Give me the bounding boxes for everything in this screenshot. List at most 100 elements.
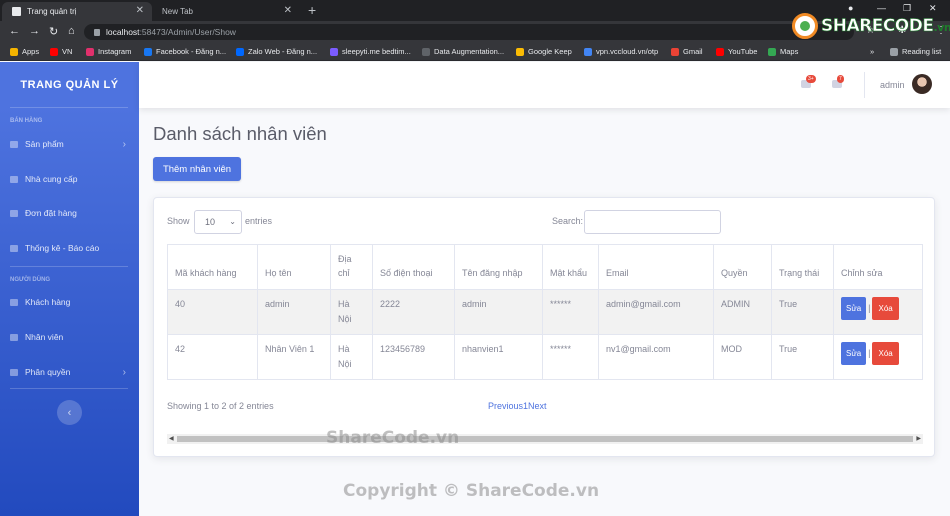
chart-icon <box>10 333 18 341</box>
column-header-phone[interactable]: Số điện thoại <box>372 244 455 290</box>
reload-icon[interactable]: ↻ <box>49 25 58 38</box>
cell-phone: 2222 <box>372 289 455 335</box>
apps-icon <box>10 47 18 56</box>
chevron-right-icon: › <box>122 366 126 378</box>
topbar: 3+ 7 admin <box>139 62 950 108</box>
maps-icon <box>768 47 776 56</box>
cell-id: 42 <box>167 334 258 380</box>
next-link[interactable]: Next <box>528 401 547 411</box>
bookmark-youtube[interactable]: YouTube <box>716 47 757 56</box>
url-host: localhost <box>106 27 140 37</box>
youtube-icon <box>716 47 724 56</box>
home-icon[interactable]: ⌂ <box>68 25 75 37</box>
tab-admin[interactable]: Trang quản trị ✕ <box>2 2 152 21</box>
chart-icon <box>10 209 18 217</box>
sidebar-toggle-button[interactable]: ‹ <box>57 400 82 425</box>
page-icon <box>422 47 430 56</box>
sidebar-item-orders[interactable]: Đơn đặt hàng <box>10 205 128 221</box>
cell-address: Hà Nội <box>330 334 373 380</box>
new-tab-icon[interactable]: + <box>308 2 316 18</box>
column-header-status[interactable]: Trạng thái <box>771 244 834 290</box>
column-header-address[interactable]: Địa chỉ <box>330 244 373 290</box>
bookmark-apps[interactable]: Apps <box>10 47 39 56</box>
search-input[interactable] <box>584 210 721 234</box>
chart-icon <box>10 298 18 306</box>
user-name[interactable]: admin <box>880 80 905 90</box>
cell-password: ****** <box>542 289 599 335</box>
cell-actions: Sửa | Xóa <box>833 289 923 335</box>
bookmark-reading-list[interactable]: Reading list <box>890 47 941 56</box>
bookmark-google-keep[interactable]: Google Keep <box>516 47 572 56</box>
page-size-select[interactable]: 10 ⌄ <box>194 210 242 234</box>
chart-icon <box>10 175 18 183</box>
tab-title: New Tab <box>162 7 193 16</box>
tab-new[interactable]: New Tab ✕ <box>152 2 300 21</box>
close-icon[interactable]: ✕ <box>136 5 144 16</box>
sidebar-item-products[interactable]: Sản phẩm › <box>10 136 128 152</box>
sidebar-item-label: Nhà cung cấp <box>25 174 78 184</box>
column-header-email[interactable]: Email <box>598 244 714 290</box>
avatar[interactable] <box>912 74 932 94</box>
cell-address: Hà Nội <box>330 289 373 335</box>
sidebar-item-suppliers[interactable]: Nhà cung cấp <box>10 171 128 187</box>
logo-icon <box>792 13 818 39</box>
sidebar-item-label: Đơn đặt hàng <box>25 208 77 218</box>
edit-button[interactable]: Sửa <box>841 297 867 320</box>
bookmark-data-augmentation[interactable]: Data Augmentation... <box>422 47 504 56</box>
close-icon[interactable]: ✕ <box>284 5 292 16</box>
scroll-left-icon[interactable]: ◀ <box>169 435 174 442</box>
envelope-icon[interactable]: 7 <box>832 75 844 88</box>
cell-status: True <box>771 289 834 335</box>
back-icon[interactable]: ← <box>9 25 20 37</box>
column-header-role[interactable]: Quyền <box>713 244 772 290</box>
scrollbar-thumb[interactable] <box>177 436 913 442</box>
column-header-name[interactable]: Họ tên <box>257 244 331 290</box>
gmail-icon <box>671 47 679 56</box>
sidebar-item-label: Phân quyền <box>25 367 71 377</box>
sidebar-item-employees[interactable]: Nhân viên <box>10 329 128 345</box>
delete-button[interactable]: Xóa <box>872 342 899 365</box>
sidebar-item-permissions[interactable]: Phân quyền › <box>10 364 128 380</box>
add-employee-button[interactable]: Thêm nhân viên <box>153 157 241 181</box>
bookmark-maps[interactable]: Maps <box>768 47 798 56</box>
cell-id: 40 <box>167 289 258 335</box>
edit-button[interactable]: Sửa <box>841 342 867 365</box>
cell-name: Nhân Viên 1 <box>257 334 331 380</box>
cell-name: admin <box>257 289 331 335</box>
bookmark-facebook[interactable]: Facebook - Đăng n... <box>144 47 226 56</box>
forward-icon[interactable]: → <box>29 25 40 37</box>
url-input[interactable]: localhost:58473/Admin/User/Show <box>84 24 854 40</box>
watermark-center: ShareCode.vn <box>326 428 460 448</box>
bookmark-instagram[interactable]: Instagram <box>86 47 131 56</box>
scroll-right-icon[interactable]: ▶ <box>916 435 921 442</box>
sidebar-item-reports[interactable]: Thống kê - Báo cáo <box>10 240 128 256</box>
bookmark-vpn[interactable]: vpn.vccloud.vn/otp <box>584 47 658 56</box>
employee-table-card: Show 10 ⌄ entries Search: Mã khách hàng … <box>153 197 935 457</box>
cell-status: True <box>771 334 834 380</box>
column-header-actions[interactable]: Chỉnh sửa <box>833 244 923 290</box>
sidebar-item-customers[interactable]: Khách hàng <box>10 294 128 310</box>
bookmarks-bar: Apps VN Instagram Facebook - Đăng n... Z… <box>0 43 950 61</box>
delete-button[interactable]: Xóa <box>872 297 899 320</box>
bookmark-vn[interactable]: VN <box>50 47 72 56</box>
bell-icon[interactable]: 3+ <box>801 75 816 88</box>
horizontal-scrollbar[interactable]: ◀ ▶ <box>167 434 923 444</box>
moon-icon <box>330 47 338 56</box>
bookmark-zalo[interactable]: Zalo Web - Đăng n... <box>236 47 317 56</box>
sidebar-brand[interactable]: TRANG QUẢN LÝ <box>0 79 139 91</box>
more-bookmarks-icon[interactable]: » <box>870 47 874 56</box>
column-header-username[interactable]: Tên đăng nhập <box>454 244 543 290</box>
column-header-id[interactable]: Mã khách hàng <box>167 244 258 290</box>
page-icon <box>12 7 21 16</box>
bookmark-sleepytime[interactable]: sleepyti.me bedtim... <box>330 47 411 56</box>
previous-link[interactable]: Previous <box>488 401 523 411</box>
table-header-row: Mã khách hàng Họ tên Địa chỉ Số điện tho… <box>167 244 923 290</box>
cell-password: ****** <box>542 334 599 380</box>
facebook-icon <box>144 47 152 56</box>
sidebar-item-label: Thống kê - Báo cáo <box>25 243 100 253</box>
info-icon <box>94 28 100 36</box>
sidebar-heading-sales: BÁN HÀNG <box>10 118 43 124</box>
table-row: 42 Nhân Viên 1 Hà Nội 123456789 nhanvien… <box>167 334 923 380</box>
column-header-password[interactable]: Mật khẩu <box>542 244 599 290</box>
bookmark-gmail[interactable]: Gmail <box>671 47 703 56</box>
